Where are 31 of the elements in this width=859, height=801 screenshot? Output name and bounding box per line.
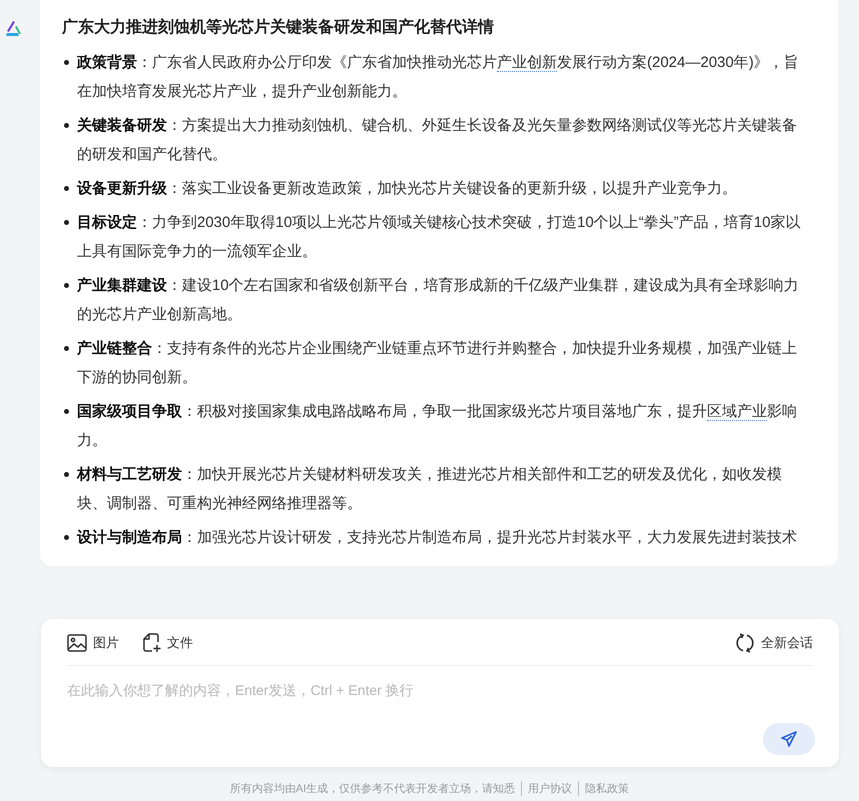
bullet-icon bbox=[64, 186, 69, 191]
list-item-text: 政策背景：广东省人民政府办公厅印发《广东省加快推动光芯片产业创新发展行动方案(2024—2030年)》，旨在加快培育发展光芯片产业，提升产业创新能力。 bbox=[77, 53, 800, 102]
bullet-icon bbox=[64, 60, 69, 65]
bullet-icon bbox=[64, 123, 69, 128]
bullet-icon bbox=[64, 535, 69, 540]
list-item-text: 关键装备研发：方案提出大力推动刻蚀机、键合机、外延生长设备及光矢量参数网络测试仪等光芯片关键装备的研发和国产化替代。 bbox=[77, 116, 798, 165]
bullet-icon bbox=[64, 220, 69, 225]
list-item-text: 材料与工艺研发：加快开展光芯片关键材料研发攻关，推进光芯片相关部件和工艺的研发及优化，如收发模块、调制器、可重构光神经网络推理器等。 bbox=[77, 465, 783, 514]
send-icon bbox=[780, 730, 798, 748]
image-icon bbox=[67, 634, 87, 652]
list-item-text: 设备更新升级：落实工业设备更新改造政策，加快光芯片关键设备的更新升级，以提升产业竞争力。 bbox=[77, 179, 737, 199]
term-link[interactable]: 产业创新 bbox=[497, 54, 557, 72]
term-link[interactable]: 区域产业 bbox=[707, 403, 767, 421]
logo-icon bbox=[3, 19, 23, 39]
new-chat-button[interactable]: 全新会话 bbox=[735, 633, 813, 653]
send-button[interactable] bbox=[763, 723, 815, 755]
list-item-text: 产业链整合：支持有条件的光芯片企业围绕产业链重点环节进行并购整合，加快提升业务规模，加强产业链上下游的协同创新。 bbox=[77, 339, 798, 388]
disclaimer-text: 所有内容均由AI生成，仅供参考不代表开发者立场，请知悉 bbox=[230, 782, 516, 796]
image-upload-button[interactable]: 图片 bbox=[67, 634, 119, 652]
bullet-icon bbox=[64, 346, 69, 351]
bullet-icon bbox=[64, 409, 69, 414]
answer-title: 广东大力推进刻蚀机等光芯片关键装备研发和国产化替代详情 bbox=[62, 17, 495, 38]
refresh-icon bbox=[735, 633, 755, 653]
bullet-icon bbox=[64, 472, 69, 477]
list-item-text: 国家级项目争取：积极对接国家集成电路战略布局，争取一批国家级光芯片项目落地广东，提升区域产业影响力。 bbox=[77, 402, 798, 451]
list-item-text: 目标设定：力争到2030年取得10项以上光芯片领域关键核心技术突破，打造10个以上“拳头”产品，培育10家以上具有国际竞争力的一流领军企业。 bbox=[77, 213, 802, 262]
file-add-icon bbox=[143, 633, 161, 653]
list-item-text: 产业集群建设：建设10个左右国家和省级创新平台，培育形成新的千亿级产业集群，建设成为具有全球影响力的光芯片产业创新高地。 bbox=[77, 276, 800, 325]
file-upload-button[interactable]: 文件 bbox=[143, 633, 193, 653]
bullet-icon bbox=[64, 283, 69, 288]
list-item-text: 设计与制造布局：加强光芯片设计研发，支持光芯片制造布局，提升光芯片封装水平，大力发展先进封装技术 bbox=[77, 528, 797, 548]
